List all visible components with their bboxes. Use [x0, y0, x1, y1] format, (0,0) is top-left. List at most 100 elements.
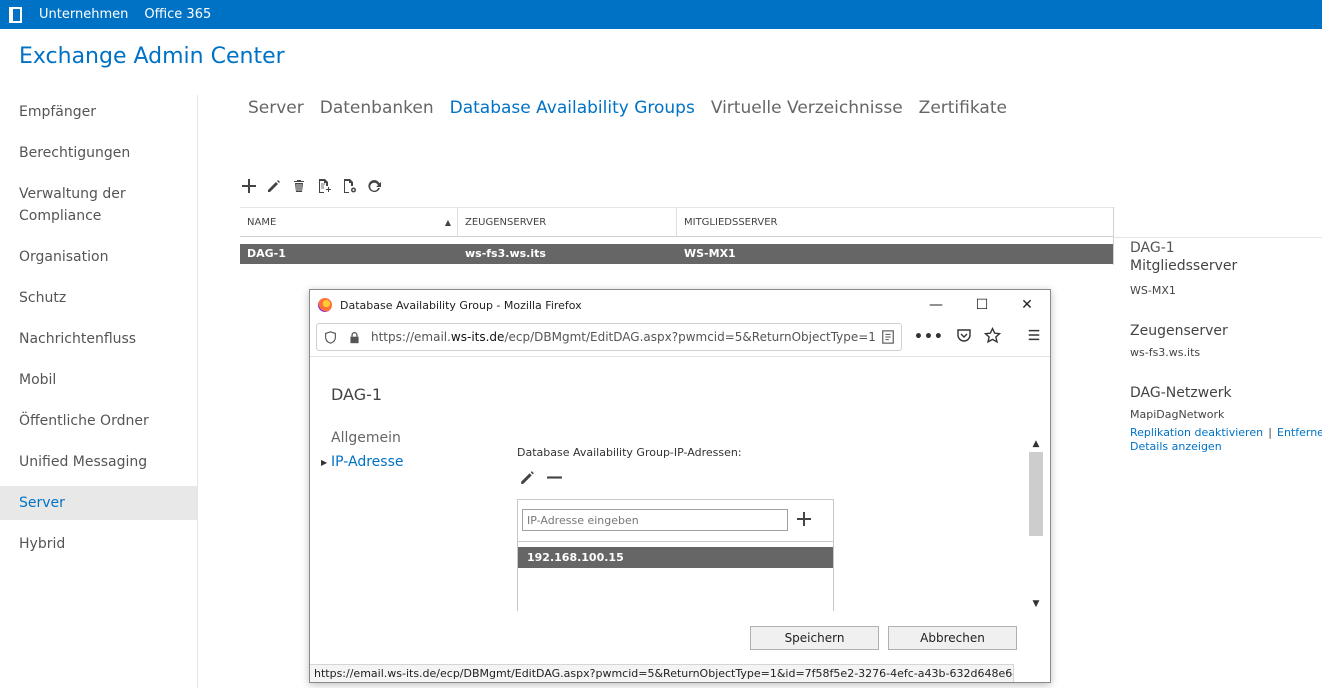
details-witness-value: ws-fs3.ws.its [1130, 346, 1201, 359]
nav-item-recipients[interactable]: Empfänger [0, 95, 197, 129]
window-titlebar[interactable]: Database Availability Group - Mozilla Fi… [310, 290, 1050, 320]
url-prefix: https://email. [371, 330, 451, 344]
column-header-name[interactable]: NAME ▲ [240, 208, 458, 236]
link-separator: | [1268, 426, 1272, 439]
tab-virtual-directories[interactable]: Virtuelle Verzeichnisse [711, 98, 903, 118]
edit-pencil-icon[interactable] [265, 176, 282, 196]
topbar-link-office365[interactable]: Office 365 [144, 7, 211, 22]
more-actions-icon[interactable]: ••• [914, 329, 944, 345]
dag-edit-window: Database Availability Group - Mozilla Fi… [309, 289, 1051, 683]
column-header-members[interactable]: MITGLIEDSSERVER [677, 208, 1113, 236]
dag-grid: NAME ▲ ZEUGENSERVER MITGLIEDSSERVER DAG-… [240, 207, 1113, 264]
url-path: /ecp/DBMgmt/EditDAG.aspx?pwmcid=5&Return… [504, 330, 876, 344]
nav-item-unified-messaging[interactable]: Unified Messaging [0, 445, 197, 479]
selected-arrow-icon: ▶ [321, 458, 328, 467]
dialog-scrollbar[interactable]: ▲ ▼ [1028, 436, 1044, 612]
tracking-protection-shield-icon[interactable] [323, 330, 337, 344]
dialog-nav-general[interactable]: Allgemein [331, 430, 401, 446]
nav-item-permissions[interactable]: Berechtigungen [0, 136, 197, 170]
nav-item-hybrid[interactable]: Hybrid [0, 527, 197, 561]
nav-item-mobile[interactable]: Mobil [0, 363, 197, 397]
refresh-icon[interactable] [365, 176, 382, 196]
tab-servers[interactable]: Server [248, 98, 304, 118]
nav-item-compliance[interactable]: Verwaltung der Compliance [0, 177, 197, 233]
details-pane: DAG-1 Mitgliedsserver WS-MX1 Zeugenserve… [1130, 240, 1322, 453]
details-network-heading: DAG-Netzwerk [1130, 385, 1232, 401]
nav-item-organization[interactable]: Organisation [0, 240, 197, 274]
nav-item-protection[interactable]: Schutz [0, 281, 197, 315]
scrollbar-thumb[interactable] [1029, 452, 1043, 536]
details-member-heading: Mitgliedsserver [1130, 258, 1238, 274]
ip-toolbar [519, 469, 563, 490]
list-item[interactable]: 192.168.100.15 [518, 547, 833, 568]
edit-pencil-icon[interactable] [519, 469, 536, 490]
maximize-icon[interactable]: ☐ [959, 290, 1005, 320]
dialog-content: DAG-1 Allgemein ▶ IP-Adresse Database Av… [310, 357, 1050, 666]
details-divider-line [1114, 237, 1322, 238]
add-ip-icon[interactable] [794, 509, 814, 529]
sort-ascending-icon: ▲ [444, 218, 451, 227]
tab-dag[interactable]: Database Availability Groups [450, 98, 695, 118]
url-bar: https://email.ws-its.de/ecp/DBMgmt/EditD… [316, 322, 1044, 352]
column-header-witness[interactable]: ZEUGENSERVER [458, 208, 677, 236]
details-witness-heading: Zeugenserver [1130, 323, 1228, 339]
grid-header: NAME ▲ ZEUGENSERVER MITGLIEDSSERVER [240, 207, 1113, 237]
tab-bar: Server Datenbanken Database Availability… [248, 98, 1023, 118]
tab-certificates[interactable]: Zertifikate [919, 98, 1007, 118]
scrollbar-track[interactable] [1028, 536, 1044, 596]
scroll-down-icon[interactable]: ▼ [1028, 596, 1044, 612]
pocket-icon[interactable] [956, 327, 972, 347]
grid-toolbar [240, 176, 382, 196]
office-logo-icon[interactable] [0, 0, 30, 29]
details-network-value: MapiDagNetwork [1130, 408, 1225, 421]
reader-view-icon[interactable] [881, 330, 895, 344]
cell-name: DAG-1 [247, 247, 286, 260]
dialog-title: DAG-1 [331, 385, 383, 404]
lock-icon[interactable] [347, 330, 361, 344]
window-title: Database Availability Group - Mozilla Fi… [340, 298, 582, 312]
ip-address-list-box: 192.168.100.15 [517, 499, 834, 611]
details-divider [1113, 207, 1114, 265]
hamburger-menu-icon[interactable] [1027, 328, 1041, 346]
cell-members: WS-MX1 [684, 247, 736, 260]
ip-list-divider [518, 541, 833, 542]
ip-address-input[interactable] [522, 509, 788, 531]
column-header-label: NAME [247, 217, 277, 228]
delete-trash-icon[interactable] [290, 176, 307, 196]
app-title: Exchange Admin Center [19, 44, 285, 69]
top-bar: Unternehmen Office 365 [0, 0, 1322, 29]
add-member-server-icon[interactable] [315, 176, 332, 196]
manage-network-settings-icon[interactable] [340, 176, 357, 196]
table-row[interactable]: DAG-1 ws-fs3.ws.its WS-MX1 [240, 244, 1113, 264]
firefox-icon [318, 298, 332, 312]
disable-replication-link[interactable]: Replikation deaktivieren [1130, 426, 1263, 439]
view-details-link[interactable]: Details anzeigen [1130, 440, 1322, 453]
scroll-up-icon[interactable]: ▲ [1028, 436, 1044, 452]
remove-minus-icon[interactable] [546, 469, 563, 490]
topbar-link-enterprise[interactable]: Unternehmen [39, 7, 128, 22]
url-text: https://email.ws-its.de/ecp/DBMgmt/EditD… [371, 330, 879, 344]
left-navigation: Empfänger Berechtigungen Verwaltung der … [0, 95, 198, 688]
cell-witness: ws-fs3.ws.its [465, 247, 546, 260]
tab-databases[interactable]: Datenbanken [320, 98, 434, 118]
remove-link[interactable]: Entfernen [1277, 426, 1322, 439]
address-field[interactable]: https://email.ws-its.de/ecp/DBMgmt/EditD… [316, 323, 902, 351]
nav-item-servers[interactable]: Server [0, 486, 197, 520]
nav-item-mail-flow[interactable]: Nachrichtenfluss [0, 322, 197, 356]
details-member-value: WS-MX1 [1130, 284, 1176, 297]
column-header-label: ZEUGENSERVER [465, 217, 547, 228]
add-icon[interactable] [240, 176, 257, 196]
cancel-button[interactable]: Abbrechen [888, 626, 1017, 650]
minimize-icon[interactable]: — [913, 290, 959, 320]
dialog-nav-ip-address[interactable]: IP-Adresse [331, 454, 404, 470]
column-header-label: MITGLIEDSSERVER [684, 217, 778, 228]
bookmark-star-icon[interactable] [983, 326, 1001, 348]
close-icon[interactable]: ✕ [1004, 290, 1050, 320]
ip-addresses-label: Database Availability Group-IP-Adressen: [517, 446, 742, 459]
save-button[interactable]: Speichern [750, 626, 879, 650]
details-dag-name: DAG-1 [1130, 240, 1175, 256]
status-bar-url: https://email.ws-its.de/ecp/DBMgmt/EditD… [310, 664, 1014, 682]
url-domain: ws-its.de [450, 330, 505, 344]
url-tools: ••• [914, 326, 1041, 348]
nav-item-public-folders[interactable]: Öffentliche Ordner [0, 404, 197, 438]
